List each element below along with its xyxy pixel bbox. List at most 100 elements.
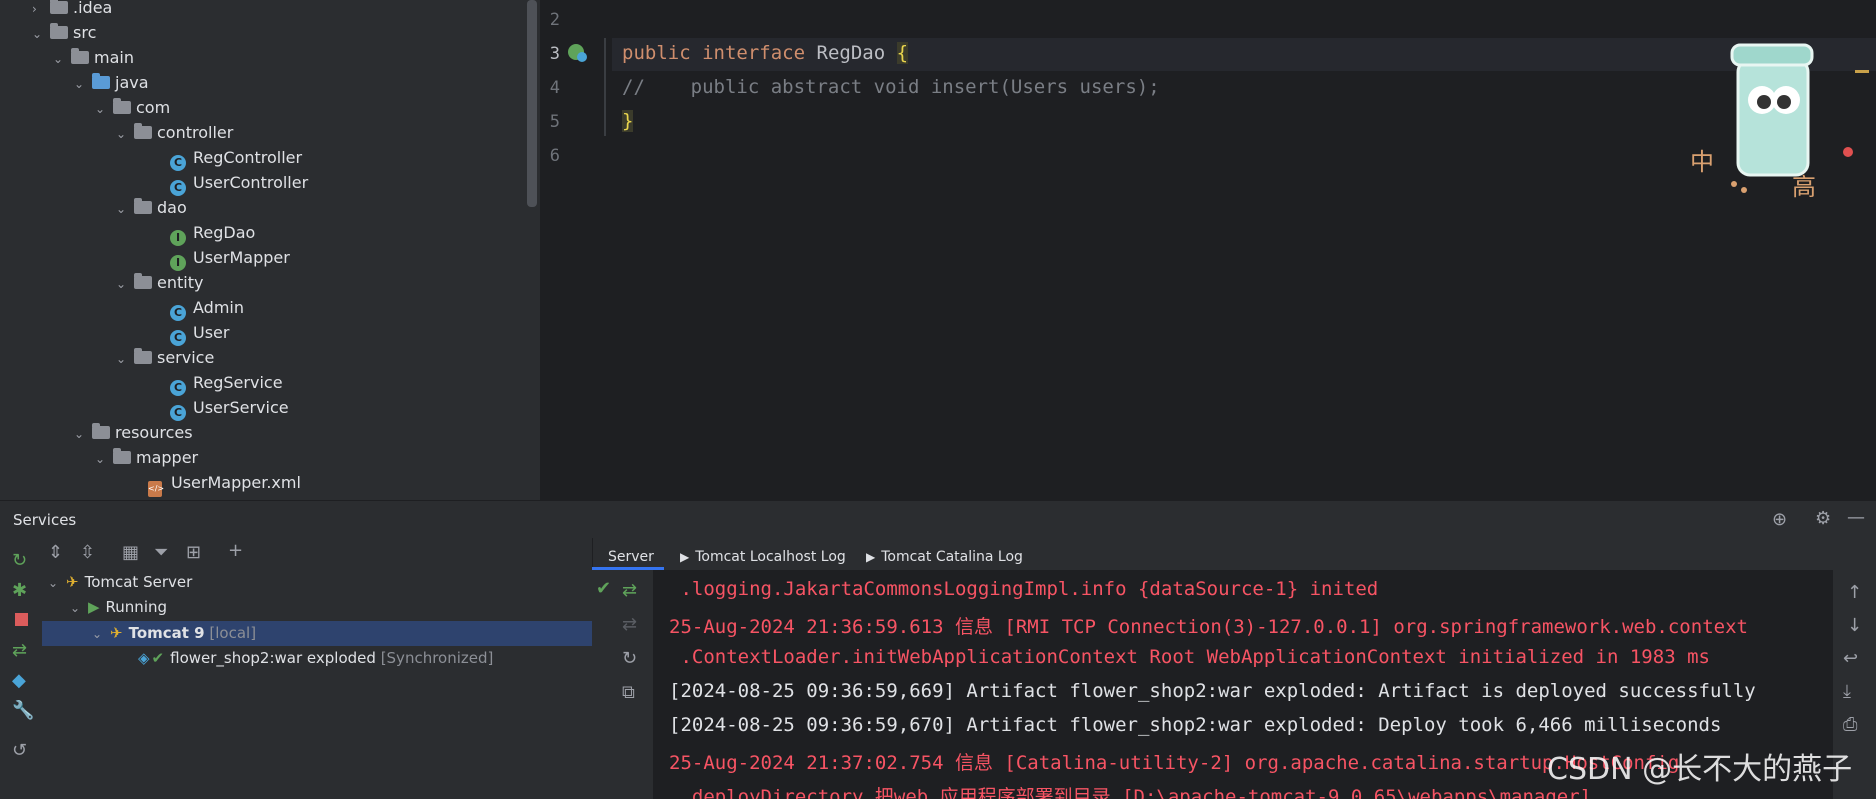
rerun-icon[interactable]: ↻ [12, 550, 27, 571]
tree-item-tomcat-9[interactable]: ⌄ ✈ Tomcat 9 [local] [92, 621, 256, 646]
tree-item[interactable]: › .idea [32, 0, 112, 20]
tree-item-label: UserMapper.xml [171, 473, 301, 492]
tree-item-label: src [73, 23, 97, 42]
tree-item-running[interactable]: ⌄ ▶ Running [70, 595, 167, 620]
code-line-5: } [622, 110, 634, 132]
tree-item-tomcat-server[interactable]: ⌄ ✈ Tomcat Server [48, 570, 192, 595]
package-icon [134, 123, 152, 141]
tree-item-label: entity [157, 273, 204, 292]
tree-item-label: UserMapper [193, 248, 290, 267]
implementation-gutter-icon[interactable] [566, 42, 588, 64]
tree-item[interactable]: ⌄ mapper [95, 445, 198, 470]
svg-text:高: 高 [1792, 173, 1816, 201]
arrow-up-icon[interactable]: ↑ [1847, 582, 1862, 603]
tomcat-icon: ✈ [110, 624, 123, 642]
watermark: CSDN @长不大的燕子 [1547, 752, 1853, 787]
tree-item-label: UserController [193, 173, 309, 192]
code-line-3: public interface RegDao { [622, 42, 909, 64]
deploy-icon[interactable]: ⇄ [12, 640, 27, 661]
wrench-icon[interactable]: 🔧 [12, 700, 34, 721]
tree-item[interactable]: ⌄ controller [116, 120, 233, 145]
chevron-down-icon[interactable]: ⌄ [95, 447, 113, 472]
svg-text:中: 中 [1690, 148, 1714, 176]
tree-item-label: RegDao [193, 223, 256, 242]
chevron-down-icon[interactable]: ⌄ [74, 72, 92, 97]
tree-item[interactable]: C Admin [170, 295, 244, 321]
minimize-icon[interactable]: — [1847, 507, 1865, 528]
tree-item[interactable]: </> UserMapper.xml [148, 470, 301, 497]
console-line: .logging.JakartaCommonsLoggingImpl.info … [669, 578, 1379, 600]
target-icon[interactable]: ⊕ [1772, 509, 1787, 530]
tree-item[interactable]: ⌄ java [74, 70, 149, 95]
line-number: 6 [549, 146, 560, 166]
filter-icon[interactable]: ⏷ [154, 542, 168, 563]
tree-item[interactable]: ⌄ dao [116, 195, 187, 220]
stop-icon[interactable] [15, 613, 28, 626]
chevron-down-icon[interactable]: ⌄ [116, 347, 134, 372]
tab-tomcat-catalina-log[interactable]: ▶ Tomcat Catalina Log [866, 538, 1023, 570]
soft-wrap-icon[interactable]: ↩ [1843, 648, 1858, 669]
xml-file-icon: </> [148, 481, 166, 499]
scroll-to-end-icon[interactable]: ⤓ [1843, 681, 1851, 702]
gear-icon[interactable]: ⚙ [1815, 508, 1831, 529]
tree-item[interactable]: ⌄ resources [74, 420, 193, 445]
code-line-4: // public abstract void insert(Users use… [622, 76, 1160, 98]
package-icon [113, 98, 131, 116]
chevron-down-icon[interactable]: ⌄ [116, 197, 134, 222]
chevron-down-icon[interactable]: ⌄ [116, 122, 134, 147]
chevron-right-icon[interactable]: › [32, 0, 50, 22]
tree-item-label: User [193, 323, 230, 342]
tree-item-label: mapper [136, 448, 199, 467]
tree-item[interactable]: ⌄ main [53, 45, 134, 70]
services-header: Services ⊕ ⚙ — [0, 500, 1876, 539]
tab-server[interactable]: Server [608, 538, 654, 570]
tree-scrollbar[interactable] [527, 0, 537, 207]
tree-item[interactable]: I RegDao [170, 220, 256, 246]
tree-item-artifact[interactable]: ◈ ✔ flower_shop2:war exploded [Synchronize… [138, 646, 493, 671]
collapse-all-icon[interactable]: ⇳ [80, 542, 95, 563]
tomcat-icon: ✈ [66, 573, 79, 591]
log-tabs: Server ▶ Tomcat Localhost Log ▶ Tomcat Cat… [592, 538, 1876, 799]
folder-icon [50, 0, 68, 16]
new-tab-icon[interactable]: ⊞ [186, 542, 201, 563]
group-icon[interactable]: ▦ [122, 542, 139, 563]
refresh-icon[interactable]: ↺ [12, 740, 27, 761]
update-icon[interactable]: ⇄ [622, 580, 637, 601]
tree-item[interactable]: C RegService [170, 370, 283, 396]
chevron-down-icon[interactable]: ⌄ [74, 422, 92, 447]
tree-item-label: RegController [193, 148, 303, 167]
refresh-icon[interactable]: ↻ [622, 648, 637, 669]
tree-item[interactable]: C User [170, 320, 230, 346]
tree-item[interactable]: C UserService [170, 395, 289, 421]
tree-item-label: UserService [193, 398, 289, 417]
console-icon: ▶ [866, 550, 876, 564]
redeploy-icon[interactable]: ⇄ [622, 614, 637, 635]
console-line: 25-Aug-2024 21:37:02.754 信息 [Catalina-ut… [669, 752, 1680, 774]
chevron-down-icon[interactable]: ⌄ [116, 272, 134, 297]
mascot-sticker-image: 中 高 [1670, 30, 1860, 210]
tree-item[interactable]: ⌄ entity [116, 270, 203, 295]
add-icon[interactable]: + [228, 540, 243, 561]
console-line: .ContextLoader.initWebApplicationContext… [669, 646, 1710, 668]
package-icon [134, 273, 152, 291]
package-icon [134, 348, 152, 366]
chevron-down-icon[interactable]: ⌄ [53, 47, 71, 72]
tree-item[interactable]: C UserController [170, 170, 309, 196]
print-icon[interactable]: ⎙ [1843, 714, 1857, 735]
tab-tomcat-localhost-log[interactable]: ▶ Tomcat Localhost Log [680, 538, 846, 570]
tree-item[interactable]: ⌄ com [95, 95, 170, 120]
chevron-down-icon[interactable]: ⌄ [95, 97, 113, 122]
debug-icon[interactable]: ✱ [12, 580, 27, 601]
tree-item[interactable]: I UserMapper [170, 245, 290, 271]
expand-all-icon[interactable]: ⇕ [48, 542, 63, 563]
arrow-down-icon[interactable]: ↓ [1847, 615, 1862, 636]
console-line: 25-Aug-2024 21:36:59.613 信息 [RMI TCP Con… [669, 616, 1748, 638]
tree-item[interactable]: ⌄ service [116, 345, 214, 370]
tree-item[interactable]: ⌄ src [32, 20, 96, 45]
artifact-icon[interactable]: ◆ [12, 670, 26, 691]
console-actions: ✔ ⇄ ⇄ ↻ ⧉ [592, 570, 653, 799]
services-title: Services [13, 511, 77, 529]
tree-item[interactable]: C RegController [170, 145, 303, 171]
chevron-down-icon[interactable]: ⌄ [32, 22, 50, 47]
open-browser-icon[interactable]: ⧉ [622, 682, 635, 703]
